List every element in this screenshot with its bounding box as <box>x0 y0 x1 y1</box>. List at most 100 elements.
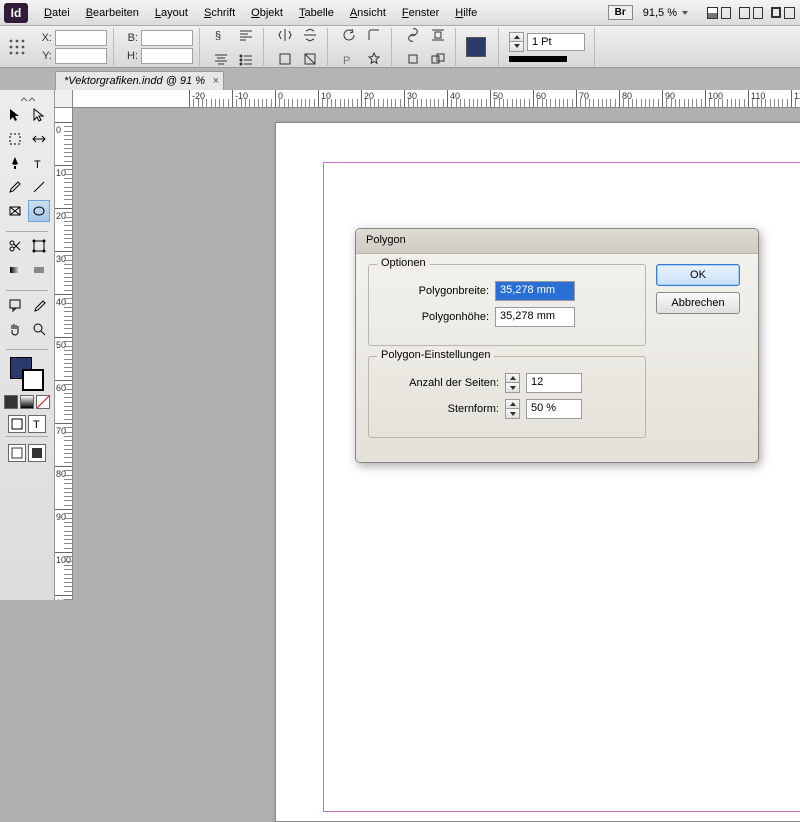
apply-color-none[interactable] <box>36 395 50 409</box>
w-field[interactable] <box>141 30 193 46</box>
stroke-style-preview[interactable] <box>509 56 567 62</box>
arrange-icon[interactable] <box>770 3 796 23</box>
document-tab-title: *Vektorgrafiken.indd @ 91 % <box>64 75 205 87</box>
menu-help[interactable]: Hilfe <box>447 5 485 21</box>
menu-table[interactable]: Tabelle <box>291 5 342 21</box>
sides-spinner[interactable] <box>505 373 520 393</box>
char-panel-icon[interactable]: § <box>210 24 232 46</box>
ok-button[interactable]: OK <box>656 264 740 286</box>
svg-text:§: § <box>215 30 221 42</box>
position-panel: X: Y: <box>32 28 114 66</box>
pen-tool[interactable] <box>4 152 26 174</box>
eyedropper-tool[interactable] <box>28 294 50 316</box>
polygon-height-field[interactable]: 35,278 mm <box>495 307 575 327</box>
toolbox: T T <box>0 90 55 600</box>
sides-field[interactable]: 12 <box>526 373 582 393</box>
fill-stroke-swatch[interactable] <box>10 357 44 391</box>
svg-text:T: T <box>33 419 40 431</box>
stroke-panel: 1 Pt <box>503 28 595 66</box>
control-bar: X: Y: B: H: § P <box>0 26 800 68</box>
star-field[interactable]: 50 % <box>526 399 582 419</box>
settings-group: Polygon-Einstellungen Anzahl der Seiten:… <box>368 356 646 438</box>
polygon-tool[interactable] <box>28 200 50 222</box>
menu-object[interactable]: Objekt <box>243 5 291 21</box>
text-format-icon[interactable]: T <box>28 415 46 433</box>
view-normal-icon[interactable] <box>8 444 26 462</box>
ruler-horizontal[interactable]: -20-100102030405060708090100110120130140 <box>73 90 800 108</box>
svg-text:P: P <box>343 55 350 66</box>
corner-icon[interactable] <box>363 24 385 46</box>
text-flow-icon[interactable]: P <box>338 48 360 70</box>
view-preview-icon[interactable] <box>28 444 46 462</box>
menu-window[interactable]: Fenster <box>394 5 447 21</box>
transform-tool[interactable] <box>28 235 50 257</box>
ruler-origin[interactable] <box>55 90 73 108</box>
toolbox-collapse-icon[interactable] <box>5 94 49 104</box>
line-tool[interactable] <box>28 176 50 198</box>
gradient-feather-tool[interactable] <box>28 259 50 281</box>
menu-layout[interactable]: Layout <box>147 5 196 21</box>
container-format-icon[interactable] <box>8 415 26 433</box>
gap-tool[interactable] <box>28 128 50 150</box>
stroke-weight-field[interactable]: 1 Pt <box>527 33 585 51</box>
apply-color-gradient[interactable] <box>20 395 34 409</box>
menu-edit[interactable]: Bearbeiten <box>78 5 147 21</box>
rotate-icon[interactable] <box>338 24 360 46</box>
apply-color-solid[interactable] <box>4 395 18 409</box>
misc-icon-a[interactable] <box>274 48 296 70</box>
menu-file[interactable]: Datei <box>36 5 78 21</box>
zoom-value: 91,5 % <box>643 7 677 19</box>
type-tool[interactable]: T <box>28 152 50 174</box>
menu-view[interactable]: Ansicht <box>342 5 394 21</box>
gradient-tool[interactable] <box>4 259 26 281</box>
direct-selection-tool[interactable] <box>28 104 50 126</box>
h-field[interactable] <box>141 48 193 64</box>
effects-icon[interactable] <box>402 48 424 70</box>
selection-tool[interactable] <box>4 104 26 126</box>
star-label: Sternform: <box>379 403 499 415</box>
stroke-spinner[interactable] <box>509 32 524 52</box>
screen-mode-icon[interactable] <box>738 3 764 23</box>
list-icon[interactable] <box>235 48 257 70</box>
polygon-dialog: Polygon Optionen Polygonbreite: 35,278 m… <box>355 228 759 463</box>
pencil-tool[interactable] <box>4 176 26 198</box>
ruler-vertical[interactable]: 0102030405060708090100110120 <box>55 108 73 600</box>
menu-font[interactable]: Schrift <box>196 5 243 21</box>
stroke-color[interactable] <box>22 369 44 391</box>
align-center-icon[interactable] <box>210 48 232 70</box>
wrap-icon[interactable] <box>427 24 449 46</box>
star-icon[interactable] <box>363 48 385 70</box>
height-label: Polygonhöhe: <box>379 311 489 323</box>
fill-swatch[interactable] <box>466 37 486 57</box>
misc-panel-1: § <box>204 28 264 66</box>
flip-v-icon[interactable] <box>299 24 321 46</box>
cancel-button[interactable]: Abbrechen <box>656 292 740 314</box>
view-mode-icon[interactable] <box>706 3 732 23</box>
flip-h-icon[interactable] <box>274 24 296 46</box>
star-spinner[interactable] <box>505 399 520 419</box>
polygon-width-field[interactable]: 35,278 mm <box>495 281 575 301</box>
close-tab-icon[interactable]: × <box>213 75 219 87</box>
app-icon: Id <box>4 3 28 23</box>
h-label: H: <box>124 50 138 62</box>
dialog-title: Polygon <box>366 234 406 246</box>
dialog-titlebar[interactable]: Polygon <box>356 229 758 254</box>
group-icon[interactable] <box>427 48 449 70</box>
y-label: Y: <box>38 50 52 62</box>
y-field[interactable] <box>55 48 107 64</box>
rectangle-frame-tool[interactable] <box>4 200 26 222</box>
misc-icon-b[interactable] <box>299 48 321 70</box>
scissors-tool[interactable] <box>4 235 26 257</box>
document-tab[interactable]: *Vektorgrafiken.indd @ 91 % × <box>55 71 224 90</box>
zoom-level[interactable]: 91,5 % <box>643 7 690 19</box>
zoom-tool[interactable] <box>28 318 50 340</box>
reference-point-icon[interactable] <box>6 36 28 58</box>
link-icon[interactable] <box>402 24 424 46</box>
bridge-button[interactable]: Br <box>608 5 633 20</box>
x-label: X: <box>38 32 52 44</box>
hand-tool[interactable] <box>4 318 26 340</box>
x-field[interactable] <box>55 30 107 46</box>
note-tool[interactable] <box>4 294 26 316</box>
align-left-icon[interactable] <box>235 24 257 46</box>
page-tool[interactable] <box>4 128 26 150</box>
